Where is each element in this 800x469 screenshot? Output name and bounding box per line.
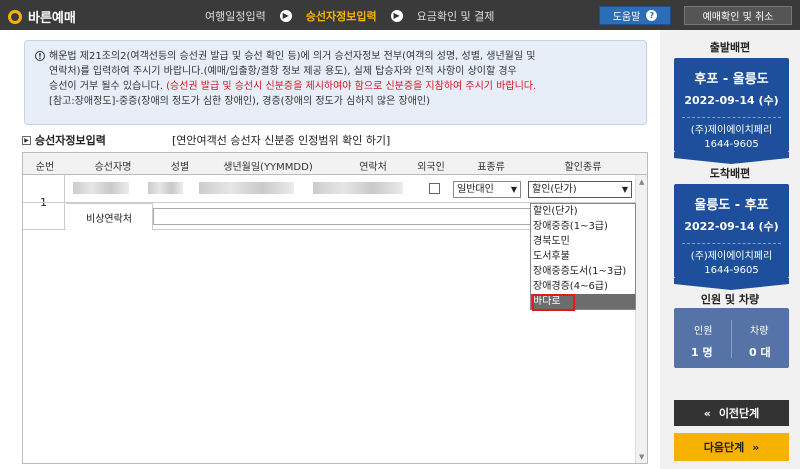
step-1: 여행일정입력 bbox=[205, 10, 266, 23]
prev-step-button[interactable]: « 이전단계 bbox=[674, 400, 789, 426]
card-tail bbox=[674, 278, 789, 290]
top-bar: 바른예매 여행일정입력 ▶ 승선자정보입력 ▶ 요금확인 및 결제 도움말 ? … bbox=[0, 0, 800, 30]
vehicles-label: 차량 bbox=[750, 326, 769, 337]
card-tail bbox=[674, 152, 789, 164]
help-label: 도움말 bbox=[612, 12, 641, 23]
col-foreigner: 외국인 bbox=[417, 162, 445, 173]
arrival-head: 도착배편 bbox=[709, 167, 751, 180]
col-discount-type: 할인종류 bbox=[564, 162, 602, 173]
notice-line-4: [참고:장애정도]-중증(장애의 정도가 심한 장애인), 경증(장애의 정도가… bbox=[49, 96, 430, 107]
scroll-down-icon[interactable]: ▼ bbox=[639, 453, 644, 461]
dropdown-option[interactable]: 도서후불 bbox=[531, 249, 635, 264]
chevron-down-icon: ▼ bbox=[510, 185, 517, 194]
count-card: 인원 1 명 차량 0 대 bbox=[674, 308, 789, 368]
notice-line-3: 승선이 거부 될수 있습니다. (승선권 발급 및 승선시 신분증을 제시하여야… bbox=[49, 81, 537, 92]
dropdown-option[interactable]: 장애경증(4~6급) bbox=[531, 279, 635, 294]
departure-date: 2022-09-14 (수) bbox=[684, 94, 779, 107]
warning-icon: ! bbox=[35, 51, 45, 61]
question-icon: ? bbox=[646, 10, 658, 21]
chevron-down-icon: ▼ bbox=[621, 185, 628, 194]
persons-label: 인원 bbox=[694, 326, 713, 337]
arrival-phone: 1644-9605 bbox=[704, 265, 759, 276]
departure-carrier: (주)제이에이치페리 bbox=[690, 125, 773, 136]
id-range-link[interactable]: [연안여객선 승선자 신분증 인정범위 확인 하기] bbox=[172, 132, 432, 148]
scrollbar[interactable]: ▲ ▼ bbox=[635, 175, 647, 463]
ticket-type-select[interactable]: 일반대인 ▼ bbox=[453, 181, 521, 198]
divider bbox=[682, 243, 781, 244]
double-chevron-right-icon: » bbox=[752, 440, 760, 454]
logo-ring-icon bbox=[8, 9, 22, 24]
divider bbox=[682, 117, 781, 118]
discount-dropdown-list[interactable]: 할인(단가) 장애중증(1~3급) 경북도민 도서후불 장애중증도서(1~3급)… bbox=[530, 203, 636, 311]
step-2-active: 승선자정보입력 bbox=[305, 10, 377, 23]
departure-head: 출발배편 bbox=[709, 41, 751, 54]
logo: 바른예매 bbox=[8, 7, 76, 26]
persons-value: 1 명 bbox=[691, 346, 713, 359]
table-header: 순번 승선자명 성별 생년월일(YYMMDD) 연락처 외국인 표종류 할인종류 bbox=[23, 153, 647, 175]
reservation-check-button[interactable]: 예매확인 및 취소 bbox=[684, 6, 792, 25]
summary-sidebar: 출발배편 후포 - 울릉도 2022-09-14 (수) (주)제이에이치페리 … bbox=[660, 30, 800, 469]
divider bbox=[731, 320, 732, 358]
count-head: 인원 및 차량 bbox=[700, 293, 760, 306]
discount-type-select[interactable]: 할인(단가) ▼ bbox=[528, 181, 632, 198]
departure-phone: 1644-9605 bbox=[704, 139, 759, 150]
phone-field[interactable] bbox=[313, 182, 403, 194]
departure-route: 후포 - 울릉도 bbox=[694, 72, 769, 87]
dropdown-option[interactable]: 경북도민 bbox=[531, 234, 635, 249]
emergency-contact-label: 비상연락처 bbox=[66, 203, 153, 230]
col-birth: 생년월일(YYMMDD) bbox=[223, 162, 313, 173]
departure-card: 후포 - 울릉도 2022-09-14 (수) (주)제이에이치페리 1644-… bbox=[674, 58, 789, 152]
step-3: 요금확인 및 결제 bbox=[416, 10, 495, 23]
notice-box: ! 해운법 제21조의2(여객선등의 승선권 발급 및 승선 확인 등)에 의거 … bbox=[24, 40, 647, 125]
chevron-right-icon: ▶ bbox=[390, 10, 403, 22]
logo-text: 바른예매 bbox=[28, 11, 76, 26]
section-header: ▶ 승선자정보입력 [연안여객선 승선자 신분증 인정범위 확인 하기] bbox=[22, 132, 390, 148]
passenger-table: 순번 승선자명 성별 생년월일(YYMMDD) 연락처 외국인 표종류 할인종류… bbox=[22, 152, 648, 464]
help-button[interactable]: 도움말 ? bbox=[599, 6, 671, 25]
dropdown-option[interactable]: 할인(단가) bbox=[531, 204, 635, 219]
arrival-card: 울릉도 - 후포 2022-09-14 (수) (주)제이에이치페리 1644-… bbox=[674, 184, 789, 278]
notice-line-2: 연락처)를 입력하여 주시기 바랍니다.(예매/입출항/결항 정보 제공 용도)… bbox=[49, 66, 517, 77]
col-gender: 성별 bbox=[170, 162, 190, 173]
scroll-up-icon[interactable]: ▲ bbox=[639, 178, 644, 186]
dropdown-option[interactable]: 장애중증(1~3급) bbox=[531, 219, 635, 234]
step-indicator: 여행일정입력 ▶ 승선자정보입력 ▶ 요금확인 및 결제 bbox=[205, 8, 494, 24]
highlight-box bbox=[532, 294, 575, 311]
next-step-button[interactable]: 다음단계 » bbox=[674, 433, 789, 461]
arrival-carrier: (주)제이에이치페리 bbox=[690, 251, 773, 262]
col-name: 승선자명 bbox=[94, 162, 132, 173]
col-phone: 연락처 bbox=[359, 162, 387, 173]
emergency-contact-input[interactable] bbox=[153, 208, 531, 225]
vehicles-value: 0 대 bbox=[749, 346, 771, 359]
foreigner-checkbox[interactable] bbox=[429, 183, 440, 194]
dropdown-option[interactable]: 장애중증도서(1~3급) bbox=[531, 264, 635, 279]
notice-line-1: ! 해운법 제21조의2(여객선등의 승선권 발급 및 승선 확인 등)에 의거 … bbox=[35, 49, 636, 64]
col-ticket-type: 표종류 bbox=[477, 162, 505, 173]
double-chevron-left-icon: « bbox=[703, 406, 711, 420]
arrival-date: 2022-09-14 (수) bbox=[684, 220, 779, 233]
birthdate-field[interactable] bbox=[199, 182, 294, 194]
section-title: 승선자정보입력 bbox=[35, 134, 106, 147]
col-no: 순번 bbox=[35, 162, 55, 173]
arrow-right-icon: ▶ bbox=[22, 135, 31, 145]
passenger-name-field[interactable] bbox=[73, 182, 129, 194]
gender-field[interactable] bbox=[148, 182, 183, 194]
arrival-route: 울릉도 - 후포 bbox=[694, 198, 769, 213]
chevron-right-icon: ▶ bbox=[279, 10, 292, 22]
